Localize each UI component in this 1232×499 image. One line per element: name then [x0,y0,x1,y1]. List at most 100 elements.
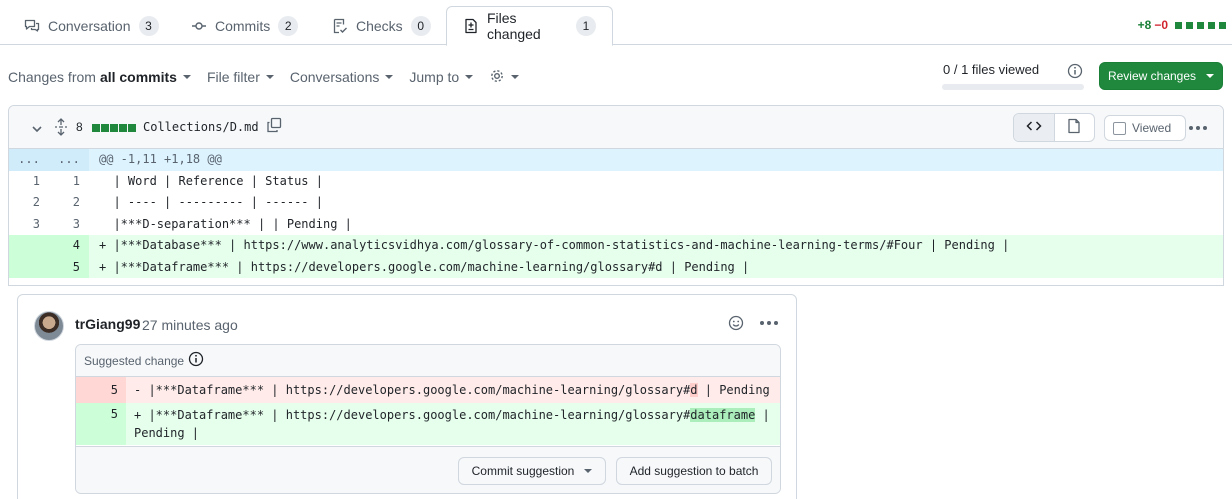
diff-line: 3 3 |***D-separation*** | | Pending | [9,214,1223,236]
info-icon[interactable] [188,351,204,370]
comment-author[interactable]: trGiang99 [75,316,140,332]
expand-up-button[interactable]: ... [9,149,49,171]
file-filter-menu[interactable]: File filter [207,69,274,85]
suggested-change-header: Suggested change [76,345,780,377]
line-code: + |***Dataframe*** | https://developers.… [134,406,770,442]
copy-icon[interactable] [266,117,282,136]
diffstat-block [1208,21,1215,29]
commit-suggestion-button[interactable]: Commit suggestion [458,457,606,485]
deleted-text-end: | Pending | [697,383,781,397]
viewed-checkbox[interactable] [1113,121,1126,135]
tab-conversation-label: Conversation [48,17,131,34]
conversations-menu[interactable]: Conversations [290,69,394,85]
old-line-number[interactable]: 1 [9,171,49,193]
file-header: 8 Collections/D.md Viewed [9,106,1223,149]
tab-commits-count: 2 [278,15,299,36]
tab-checks[interactable]: Checks 0 [316,6,447,45]
diffstat-deletions: −0 [1154,18,1168,32]
diffstat-block [1197,21,1204,29]
kebab-horizontal-icon[interactable] [760,321,778,325]
chevron-down-icon [385,75,394,79]
file-diffstat [91,124,136,132]
tab-checks-label: Checks [356,17,403,34]
file-name[interactable]: Collections/D.md [143,120,259,134]
avatar[interactable] [34,311,64,341]
changes-from-value: all commits [99,69,177,85]
kebab-horizontal-icon[interactable] [1189,126,1207,130]
info-icon[interactable] [1067,63,1083,82]
suggestion-actions: Commit suggestion Add suggestion to batc… [76,446,780,493]
diffstat-block [110,124,118,132]
line-code: | ---- | --------- | ------ | [99,195,323,209]
hunk-header-row: ... ... @@ -1,11 +1,18 @@ [9,149,1223,171]
commit-icon [191,18,207,34]
rich-view-button[interactable] [1055,114,1095,141]
changes-from-menu[interactable]: Changes from all commits [8,69,191,85]
diff-lines: ... ... @@ -1,11 +1,18 @@ 1 1 | Word | R… [9,149,1223,278]
chevron-down-icon [182,75,191,79]
diffstat: +8 −0 [1138,18,1226,32]
diffstat-block [1175,21,1182,29]
conversation-icon [24,18,40,34]
diffstat-block [1186,21,1193,29]
chevron-down-icon [465,75,474,79]
review-changes-button[interactable]: Review changes [1099,62,1223,90]
pr-tabs: Conversation 3 Commits 2 Checks 0 Files … [0,0,1232,46]
new-line-number[interactable]: 5 [49,256,89,278]
tab-conversation[interactable]: Conversation 3 [8,6,175,45]
line-number: 5 [76,377,126,403]
comment-time[interactable]: 27 minutes ago [142,317,238,333]
file-filter-label: File filter [206,69,260,85]
conversations-label: Conversations [289,69,380,85]
add-suggestion-to-batch-button[interactable]: Add suggestion to batch [616,457,772,485]
new-line-number[interactable]: 3 [49,214,89,236]
line-code: |***D-separation*** | | Pending | [99,216,352,231]
added-text-wrap: Pending | [134,426,200,440]
jump-to-menu[interactable]: Jump to [409,69,474,85]
chevron-down-icon [511,75,520,79]
collapse-chevron-icon[interactable] [31,122,43,138]
tab-conversation-count: 3 [138,15,159,36]
suggested-change-title: Suggested change [84,353,185,368]
jump-to-label: Jump to [409,69,460,85]
code-view-button[interactable] [1014,114,1055,141]
suggestion-added-line: 5 + |***Dataframe*** | https://developer… [76,403,780,445]
viewed-checkbox-button[interactable]: Viewed [1104,115,1186,141]
diff-line-addition: 4 + |***Database*** | https://www.analyt… [9,235,1223,257]
new-line-number[interactable]: 2 [49,192,89,214]
tab-checks-count: 0 [410,15,431,36]
file-diff-icon [463,18,479,34]
smiley-icon[interactable] [728,315,744,334]
suggested-change: Suggested change 5 - |***Dataframe*** | … [75,344,781,494]
expand-down-button[interactable]: ... [49,149,89,171]
line-number: 5 [76,403,126,445]
diffstat-additions: +8 [1137,18,1152,32]
checklist-icon [332,18,348,34]
tab-commits[interactable]: Commits 2 [175,6,314,45]
chevron-down-icon [265,75,274,79]
old-line-number[interactable]: 3 [9,214,49,236]
line-code: + |***Database*** | https://www.analytic… [99,238,1010,252]
diffstat-block [92,124,100,132]
chevron-down-icon [1206,74,1215,78]
file-icon [1066,118,1082,137]
deleted-highlight: d [690,383,698,397]
line-code: + |***Dataframe*** | https://developers.… [99,259,750,274]
review-changes-label: Review changes [1107,69,1197,83]
unfold-icon[interactable] [53,118,69,139]
tab-files-changed-count: 1 [576,16,596,36]
old-line-number [9,256,49,278]
tab-files-changed[interactable]: Files changed 1 [446,6,613,46]
old-line-number[interactable]: 2 [9,192,49,214]
tab-files-changed-label: Files changed [487,10,541,42]
diffstat-block [101,124,109,132]
review-comment: trGiang99 27 minutes ago Suggested chang… [17,294,797,499]
line-code: | Word | Reference | Status | [99,173,323,188]
diff-settings-menu[interactable] [489,68,520,87]
viewed-label: Viewed [1132,121,1172,135]
new-line-number[interactable]: 4 [49,235,89,257]
deleted-text: - |***Dataframe*** | https://developers.… [134,383,691,397]
new-line-number[interactable]: 1 [49,171,89,193]
view-toggle [1013,113,1095,142]
commit-suggestion-label: Commit suggestion [471,464,575,478]
